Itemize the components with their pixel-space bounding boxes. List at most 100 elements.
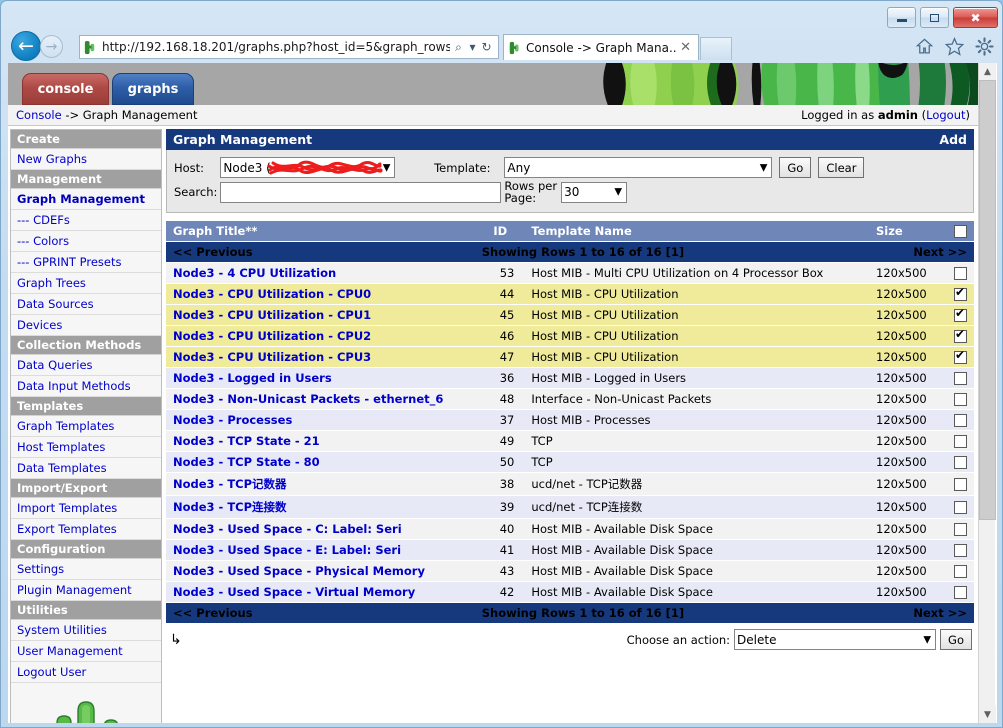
table-row[interactable]: Node3 - Logged in Users 36 Host MIB - Logg…: [166, 367, 974, 390]
graph-title-link[interactable]: Node3 - Used Space - Virtual Memory: [173, 585, 415, 599]
row-checkbox[interactable]: [954, 523, 967, 537]
minimize-button[interactable]: [887, 7, 916, 28]
row-checkbox[interactable]: [954, 328, 967, 344]
tab-close-icon[interactable]: ✕: [677, 40, 694, 55]
go-button[interactable]: Go: [779, 157, 812, 178]
graph-title-link[interactable]: Node3 - TCP连接数: [173, 500, 287, 514]
search-input[interactable]: [220, 181, 502, 203]
sidebar-item-host-templates[interactable]: Host Templates: [11, 437, 161, 458]
address-bar[interactable]: http://192.168.18.201/graphs.php?host_id…: [79, 35, 499, 59]
row-checkbox[interactable]: [954, 544, 967, 558]
row-checkbox[interactable]: [954, 435, 967, 449]
scroll-up-button[interactable]: ▲: [979, 63, 996, 80]
sidebar-item-data-queries[interactable]: Data Queries: [11, 355, 161, 376]
browser-tab[interactable]: Console -> Graph Mana... ✕: [503, 34, 699, 60]
table-row[interactable]: Node3 - Used Space - C: Label: Seri 40 Hos…: [166, 518, 974, 541]
refresh-icon[interactable]: ↻: [478, 40, 495, 54]
row-checkbox[interactable]: [954, 267, 967, 281]
sidebar-item-graph-templates[interactable]: Graph Templates: [11, 416, 161, 437]
row-checkbox[interactable]: [954, 501, 967, 515]
rows-per-page-select[interactable]: 30: [561, 181, 628, 203]
row-checkbox[interactable]: [954, 286, 967, 302]
graph-title-link[interactable]: Node3 - Used Space - Physical Memory: [173, 564, 425, 578]
table-row[interactable]: Node3 - Used Space - Physical Memory 43 Ho…: [166, 560, 974, 583]
search-icon[interactable]: ⌕: [450, 40, 467, 55]
breadcrumb-link-console[interactable]: Console: [16, 108, 62, 122]
new-tab-button[interactable]: [700, 37, 732, 60]
close-button[interactable]: ✖: [953, 7, 998, 28]
sidebar-item-graph-trees[interactable]: Graph Trees: [11, 273, 161, 294]
row-checkbox[interactable]: [954, 307, 967, 323]
table-row[interactable]: Node3 - TCP连接数 39 ucd/net - TCP连接数 120x500: [166, 495, 974, 520]
graph-title-link[interactable]: Node3 - Non-Unicast Packets - ethernet_6: [173, 392, 443, 406]
graph-title-link[interactable]: Node3 - Used Space - C: Label: Seri: [173, 522, 402, 536]
graph-title-link[interactable]: Node3 - 4 CPU Utilization: [173, 266, 336, 280]
gear-icon[interactable]: [975, 37, 994, 56]
graph-title-link[interactable]: Node3 - Processes: [173, 413, 292, 427]
sidebar-item-data-input-methods[interactable]: Data Input Methods: [11, 376, 161, 397]
table-row[interactable]: Node3 - TCP State - 21 49 TCP 120x500: [166, 430, 974, 453]
graph-title-link[interactable]: Node3 - Logged in Users: [173, 371, 332, 385]
sidebar-item-user-management[interactable]: User Management: [11, 641, 161, 662]
add-link[interactable]: Add: [939, 132, 967, 147]
graph-title-link[interactable]: Node3 - CPU Utilization - CPU0: [173, 287, 371, 301]
table-row[interactable]: Node3 - Non-Unicast Packets - ethernet_6…: [166, 388, 974, 411]
next-link-bottom[interactable]: Next >>: [913, 606, 967, 620]
maximize-button[interactable]: [920, 7, 949, 28]
action-go-button[interactable]: Go: [940, 629, 972, 651]
graph-title-link[interactable]: Node3 - TCP State - 21: [173, 434, 320, 448]
col-size[interactable]: Size: [869, 221, 947, 243]
table-row[interactable]: Node3 - CPU Utilization - CPU1 45 Host MIB…: [166, 304, 974, 327]
sidebar-item-plugin-management[interactable]: Plugin Management: [11, 580, 161, 601]
clear-button[interactable]: Clear: [818, 157, 865, 178]
col-template-name[interactable]: Template Name: [524, 221, 869, 243]
page-scrollbar[interactable]: ▲ ▼: [978, 63, 996, 723]
table-row[interactable]: Node3 - Used Space - Virtual Memory 42 Hos…: [166, 581, 974, 604]
sidebar-item-system-utilities[interactable]: System Utilities: [11, 620, 161, 641]
forward-button[interactable]: →: [40, 35, 63, 58]
table-row[interactable]: Node3 - CPU Utilization - CPU0 44 Host MIB…: [166, 283, 974, 306]
sidebar-item-cdefs[interactable]: --- CDEFs: [11, 210, 161, 231]
favorites-star-icon[interactable]: [945, 37, 964, 56]
sidebar-item-gprint-presets[interactable]: --- GPRINT Presets: [11, 252, 161, 273]
scroll-down-button[interactable]: ▼: [979, 706, 996, 723]
table-row[interactable]: Node3 - CPU Utilization - CPU2 46 Host MIB…: [166, 325, 974, 348]
sidebar-item-data-sources[interactable]: Data Sources: [11, 294, 161, 315]
table-row[interactable]: Node3 - TCP记数器 38 ucd/net - TCP记数器 120x500: [166, 472, 974, 497]
row-checkbox[interactable]: [954, 565, 967, 579]
row-checkbox[interactable]: [954, 414, 967, 428]
action-select[interactable]: Delete: [734, 629, 937, 651]
home-icon[interactable]: [915, 37, 934, 56]
template-select[interactable]: Any: [504, 157, 773, 178]
previous-link-bottom[interactable]: << Previous: [173, 606, 253, 620]
graph-title-link[interactable]: Node3 - CPU Utilization - CPU3: [173, 350, 371, 364]
select-all-checkbox[interactable]: [954, 225, 967, 239]
row-checkbox[interactable]: [954, 456, 967, 470]
graph-title-link[interactable]: Node3 - TCP记数器: [173, 477, 287, 491]
table-row[interactable]: Node3 - 4 CPU Utilization 53 Host MIB - Mu…: [166, 262, 974, 285]
cacti-tab-graphs[interactable]: graphs: [112, 73, 194, 105]
cacti-tab-console[interactable]: console: [22, 73, 109, 105]
host-select[interactable]: Node3 (: [220, 157, 396, 178]
graph-title-link[interactable]: Node3 - Used Space - E: Label: Seri: [173, 543, 401, 557]
row-checkbox[interactable]: [954, 372, 967, 386]
row-checkbox[interactable]: [954, 349, 967, 365]
graph-title-link[interactable]: Node3 - TCP State - 80: [173, 455, 320, 469]
row-checkbox[interactable]: [954, 393, 967, 407]
chevron-down-icon[interactable]: ▾: [467, 40, 478, 54]
next-link-top[interactable]: Next >>: [913, 245, 967, 259]
table-row[interactable]: Node3 - CPU Utilization - CPU3 47 Host MIB…: [166, 346, 974, 369]
row-checkbox[interactable]: [954, 478, 967, 492]
col-id[interactable]: ID: [486, 221, 525, 243]
sidebar-item-import-templates[interactable]: Import Templates: [11, 498, 161, 519]
sidebar-item-graph-management[interactable]: Graph Management: [11, 189, 161, 210]
sidebar-item-devices[interactable]: Devices: [11, 315, 161, 336]
back-button[interactable]: ←: [11, 31, 41, 61]
sidebar-item-data-templates[interactable]: Data Templates: [11, 458, 161, 479]
row-checkbox[interactable]: [954, 586, 967, 600]
graph-title-link[interactable]: Node3 - CPU Utilization - CPU2: [173, 329, 371, 343]
table-row[interactable]: Node3 - Processes 37 Host MIB - Processes 1…: [166, 409, 974, 432]
logout-link[interactable]: Logout: [926, 108, 965, 122]
table-row[interactable]: Node3 - Used Space - E: Label: Seri 41 Hos…: [166, 539, 974, 562]
scrollbar-thumb[interactable]: [979, 80, 996, 520]
